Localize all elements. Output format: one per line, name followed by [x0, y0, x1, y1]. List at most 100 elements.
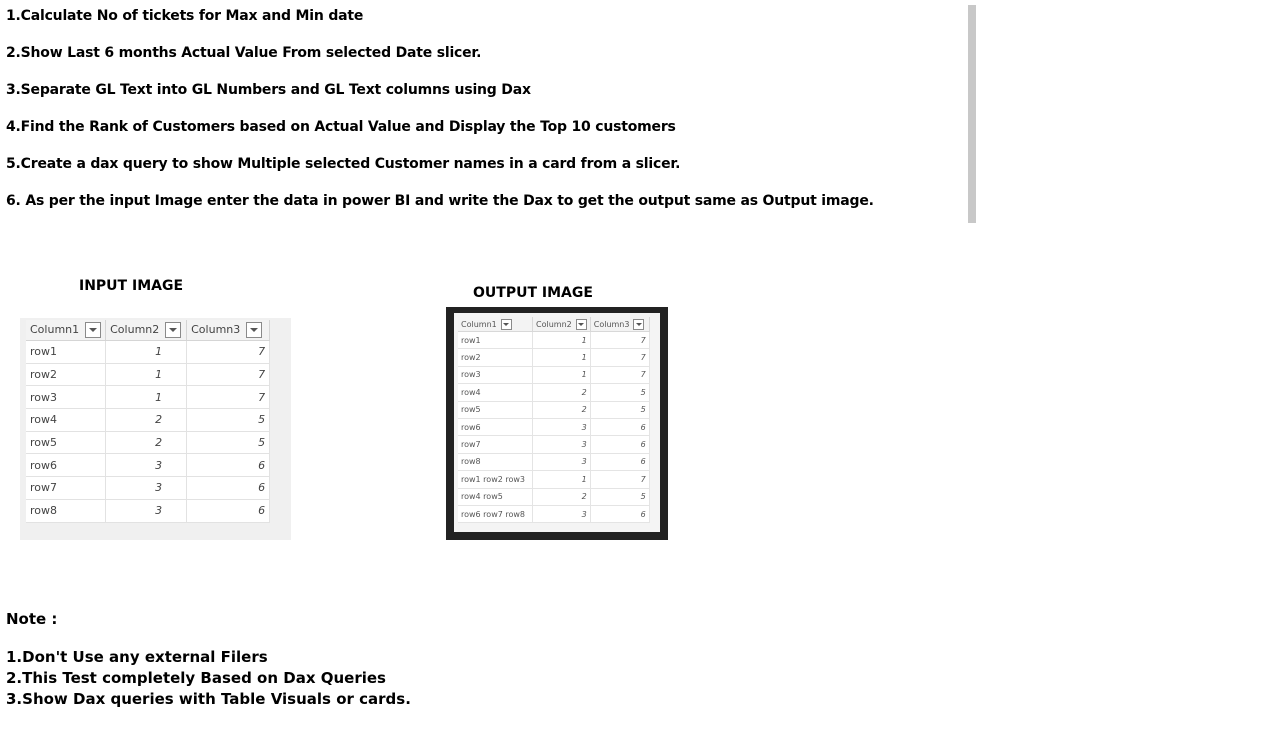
scrollbar[interactable]: [968, 5, 976, 223]
output-cell: 1: [532, 331, 591, 350]
output-row: row5 2 5: [458, 401, 650, 419]
output-cell: row6 row7 row8: [458, 505, 533, 524]
dropdown-arrow-icon: [633, 318, 645, 330]
output-row: row4 row5 2 5: [458, 488, 650, 506]
input-cell: 6: [186, 499, 271, 523]
output-cell: 3: [532, 505, 591, 524]
input-header-column3: Column3: [186, 320, 271, 341]
output-cell: 1: [532, 470, 591, 489]
input-row: row8 3 6: [26, 499, 271, 523]
output-cell: 5: [590, 401, 650, 419]
output-header-column1: Column1: [458, 317, 533, 332]
output-cell: row2: [458, 348, 533, 367]
output-cell: 1: [532, 366, 591, 385]
output-header-column3: Column3: [590, 317, 650, 332]
output-cell: row8: [458, 453, 533, 472]
input-cell: 7: [186, 385, 271, 410]
input-cell: 7: [186, 363, 271, 387]
input-cell: 3: [105, 499, 188, 523]
input-cell: 1: [105, 363, 188, 387]
output-cell: row1 row2 row3: [458, 470, 533, 489]
input-row: row4 2 5: [26, 408, 271, 432]
output-row: row4 2 5: [458, 383, 650, 402]
input-cell: row6: [26, 453, 107, 478]
task-2: 2.Show Last 6 months Actual Value From s…: [6, 45, 482, 61]
dropdown-arrow-icon: [575, 318, 587, 330]
input-row: row2 1 7: [26, 363, 271, 387]
input-cell: 7: [186, 340, 271, 364]
output-cell: 7: [590, 470, 650, 489]
input-cell: row4: [26, 408, 107, 432]
output-cell: 5: [590, 488, 650, 506]
input-row: row3 1 7: [26, 385, 271, 410]
output-cell: 3: [532, 435, 591, 454]
dropdown-arrow-icon: [165, 322, 182, 338]
output-table: Column1 Column2 Column3 row1 1 7 row2 1 7 row3…: [458, 317, 650, 524]
input-cell: 6: [186, 476, 271, 500]
note-line-1: 1.Don't Use any external Filers: [6, 648, 268, 666]
task-5: 5.Create a dax query to show Multiple se…: [6, 156, 681, 172]
output-cell: row5: [458, 401, 533, 419]
input-cell: 3: [105, 476, 188, 500]
output-row: row2 1 7: [458, 348, 650, 367]
task-4: 4.Find the Rank of Customers based on Ac…: [6, 119, 676, 135]
output-cell: row1: [458, 331, 533, 350]
output-header-column2: Column2: [532, 317, 591, 332]
input-cell: 5: [186, 408, 271, 432]
output-cell: 1: [532, 348, 591, 367]
task-1: 1.Calculate No of tickets for Max and Mi…: [6, 8, 364, 24]
output-cell: row6: [458, 418, 533, 437]
output-cell: 5: [590, 383, 650, 402]
dropdown-arrow-icon: [85, 322, 102, 338]
input-header-row: Column1 Column2 Column3: [26, 320, 271, 341]
output-cell: 6: [590, 418, 650, 437]
output-row: row8 3 6: [458, 453, 650, 472]
input-cell: row7: [26, 476, 107, 500]
output-cell: 6: [590, 505, 650, 524]
output-cell: 3: [532, 453, 591, 472]
input-cell: 1: [105, 340, 188, 364]
output-header-row: Column1 Column2 Column3: [458, 317, 650, 332]
output-cell: 6: [590, 453, 650, 472]
output-cell: 2: [532, 383, 591, 402]
dropdown-arrow-icon: [500, 318, 512, 330]
input-cell: 3: [105, 453, 188, 478]
output-cell: row4: [458, 383, 533, 402]
output-cell: 7: [590, 366, 650, 385]
input-row: row5 2 5: [26, 431, 271, 455]
output-image: Column1 Column2 Column3 row1 1 7 row2 1 7 row3…: [446, 307, 668, 540]
output-cell: row7: [458, 435, 533, 454]
input-header-column1: Column1: [26, 320, 107, 341]
input-row: row7 3 6: [26, 476, 271, 500]
output-row: row6 3 6: [458, 418, 650, 437]
input-image: Column1 Column2 Column3 row1 1 7 row2 1 7 row3…: [20, 318, 291, 540]
note-line-2: 2.This Test completely Based on Dax Quer…: [6, 669, 386, 687]
output-cell: row3: [458, 366, 533, 385]
output-image-caption: OUTPUT IMAGE: [473, 285, 593, 301]
output-row: row1 1 7: [458, 331, 650, 350]
input-cell: row2: [26, 363, 107, 387]
dropdown-arrow-icon: [246, 322, 263, 338]
input-cell: row8: [26, 499, 107, 523]
note-title: Note :: [6, 610, 58, 628]
output-cell: 7: [590, 348, 650, 367]
input-cell: 6: [186, 453, 271, 478]
note-line-3: 3.Show Dax queries with Table Visuals or…: [6, 690, 411, 708]
input-cell: 1: [105, 385, 188, 410]
input-header-column2: Column2: [105, 320, 188, 341]
output-cell: 2: [532, 401, 591, 419]
input-cell: row1: [26, 340, 107, 364]
output-image-frame: Column1 Column2 Column3 row1 1 7 row2 1 7 row3…: [454, 313, 660, 532]
output-row: row3 1 7: [458, 366, 650, 385]
output-cell: 2: [532, 488, 591, 506]
output-cell: 6: [590, 435, 650, 454]
output-cell: row4 row5: [458, 488, 533, 506]
output-cell: 3: [532, 418, 591, 437]
input-cell: 2: [105, 431, 188, 455]
task-6: 6. As per the input Image enter the data…: [6, 193, 874, 209]
output-row: row6 row7 row8 3 6: [458, 505, 650, 524]
input-row: row6 3 6: [26, 453, 271, 478]
input-image-caption: INPUT IMAGE: [79, 278, 184, 294]
input-cell: 2: [105, 408, 188, 432]
input-table: Column1 Column2 Column3 row1 1 7 row2 1 7 row3…: [26, 320, 271, 523]
